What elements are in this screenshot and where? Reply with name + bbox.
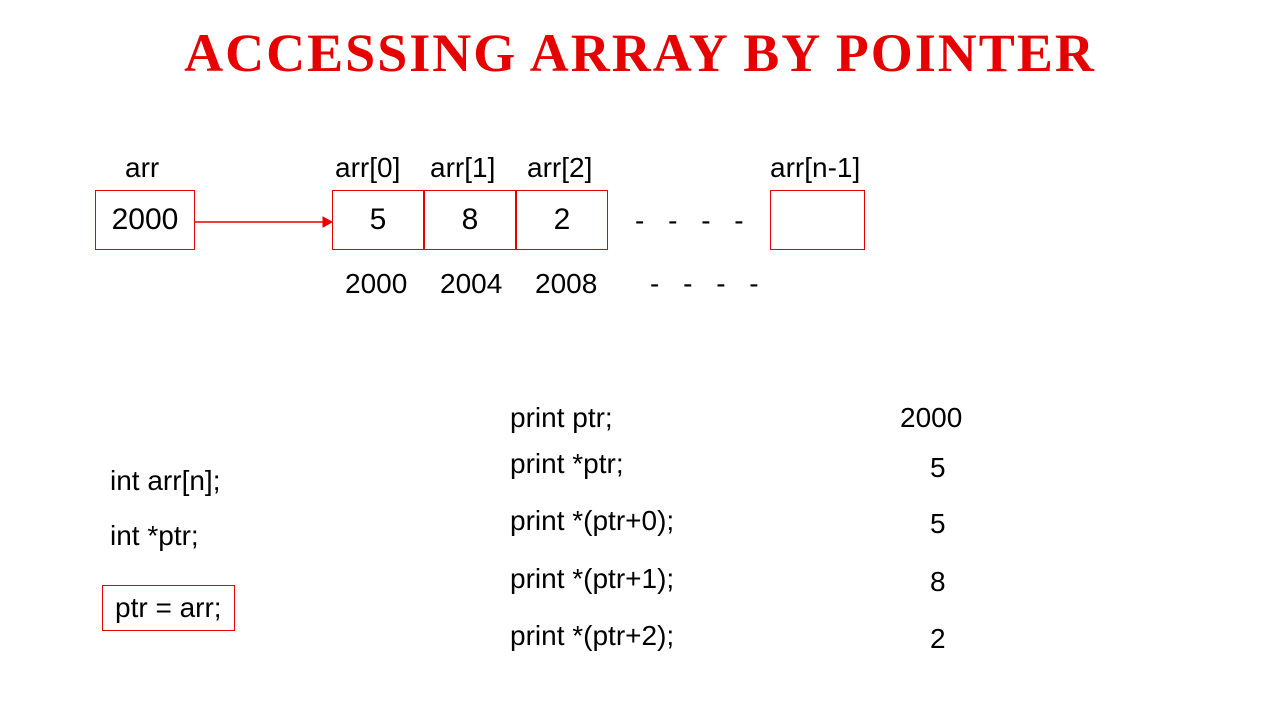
cell-box-2: 2	[516, 190, 608, 250]
ellipsis-cells: - - - -	[635, 205, 752, 237]
cell-box-last	[770, 190, 865, 250]
cell-value-0: 5	[370, 203, 387, 237]
cell-label-1: arr[1]	[430, 152, 495, 184]
cell-label-last: arr[n-1]	[770, 152, 860, 184]
code-line-2: int *ptr;	[110, 520, 199, 552]
output-stmt-1: print *ptr;	[510, 448, 624, 480]
cell-box-1: 8	[424, 190, 516, 250]
cell-value-1: 8	[462, 203, 479, 237]
output-val-1: 5	[930, 452, 946, 484]
cell-label-0: arr[0]	[335, 152, 400, 184]
ellipsis-addrs: - - - -	[650, 268, 767, 300]
output-stmt-4: print *(ptr+2);	[510, 620, 674, 652]
output-stmt-0: print ptr;	[510, 402, 613, 434]
output-stmt-2: print *(ptr+0);	[510, 505, 674, 537]
output-val-2: 5	[930, 508, 946, 540]
page-title: ACCESSING ARRAY BY POINTER	[0, 22, 1280, 84]
cell-addr-0: 2000	[345, 268, 407, 300]
code-line-3: ptr = arr;	[115, 592, 222, 623]
output-val-3: 8	[930, 566, 946, 598]
cell-box-0: 5	[332, 190, 424, 250]
cell-label-2: arr[2]	[527, 152, 592, 184]
cell-addr-1: 2004	[440, 268, 502, 300]
cell-value-2: 2	[554, 203, 571, 237]
arr-pointer-box: 2000	[95, 190, 195, 250]
cell-addr-2: 2008	[535, 268, 597, 300]
arr-pointer-value: 2000	[112, 203, 179, 237]
code-line-3-box: ptr = arr;	[102, 585, 235, 631]
output-val-4: 2	[930, 623, 946, 655]
code-line-1: int arr[n];	[110, 465, 220, 497]
pointer-arrow	[195, 215, 332, 229]
arr-label: arr	[125, 152, 159, 184]
output-stmt-3: print *(ptr+1);	[510, 563, 674, 595]
output-val-0: 2000	[900, 402, 962, 434]
